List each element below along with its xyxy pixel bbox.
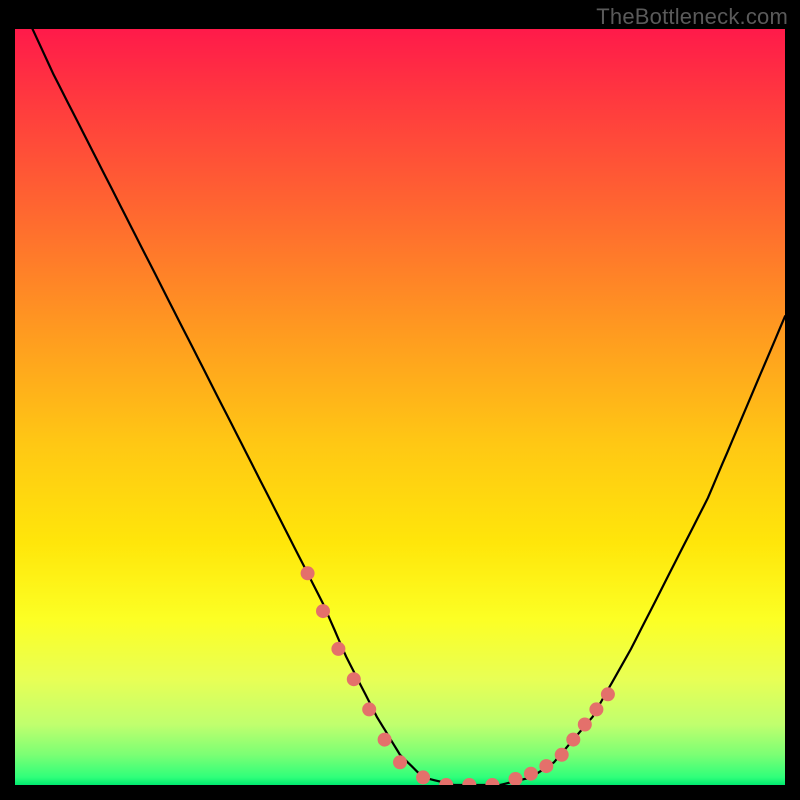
marker-dot	[589, 702, 603, 716]
marker-dot	[362, 702, 376, 716]
watermark-label: TheBottleneck.com	[596, 4, 788, 30]
marker-dot	[316, 604, 330, 618]
marker-dot	[509, 772, 523, 785]
marker-dot	[524, 767, 538, 781]
marker-dot	[378, 733, 392, 747]
marker-dot	[331, 642, 345, 656]
marker-dot	[601, 687, 615, 701]
marker-dot	[393, 755, 407, 769]
marker-dot	[301, 566, 315, 580]
marker-dot	[439, 778, 453, 785]
marker-dot	[462, 778, 476, 785]
marker-dot	[539, 759, 553, 773]
chart-area	[15, 29, 785, 785]
marker-dot	[555, 748, 569, 762]
marker-dot	[347, 672, 361, 686]
marker-dot	[578, 718, 592, 732]
marker-dot	[485, 778, 499, 785]
marker-dots	[301, 566, 615, 785]
marker-dot	[566, 733, 580, 747]
bottleneck-curve-path	[15, 29, 785, 785]
marker-dot	[416, 770, 430, 784]
bottleneck-curve-svg	[15, 29, 785, 785]
